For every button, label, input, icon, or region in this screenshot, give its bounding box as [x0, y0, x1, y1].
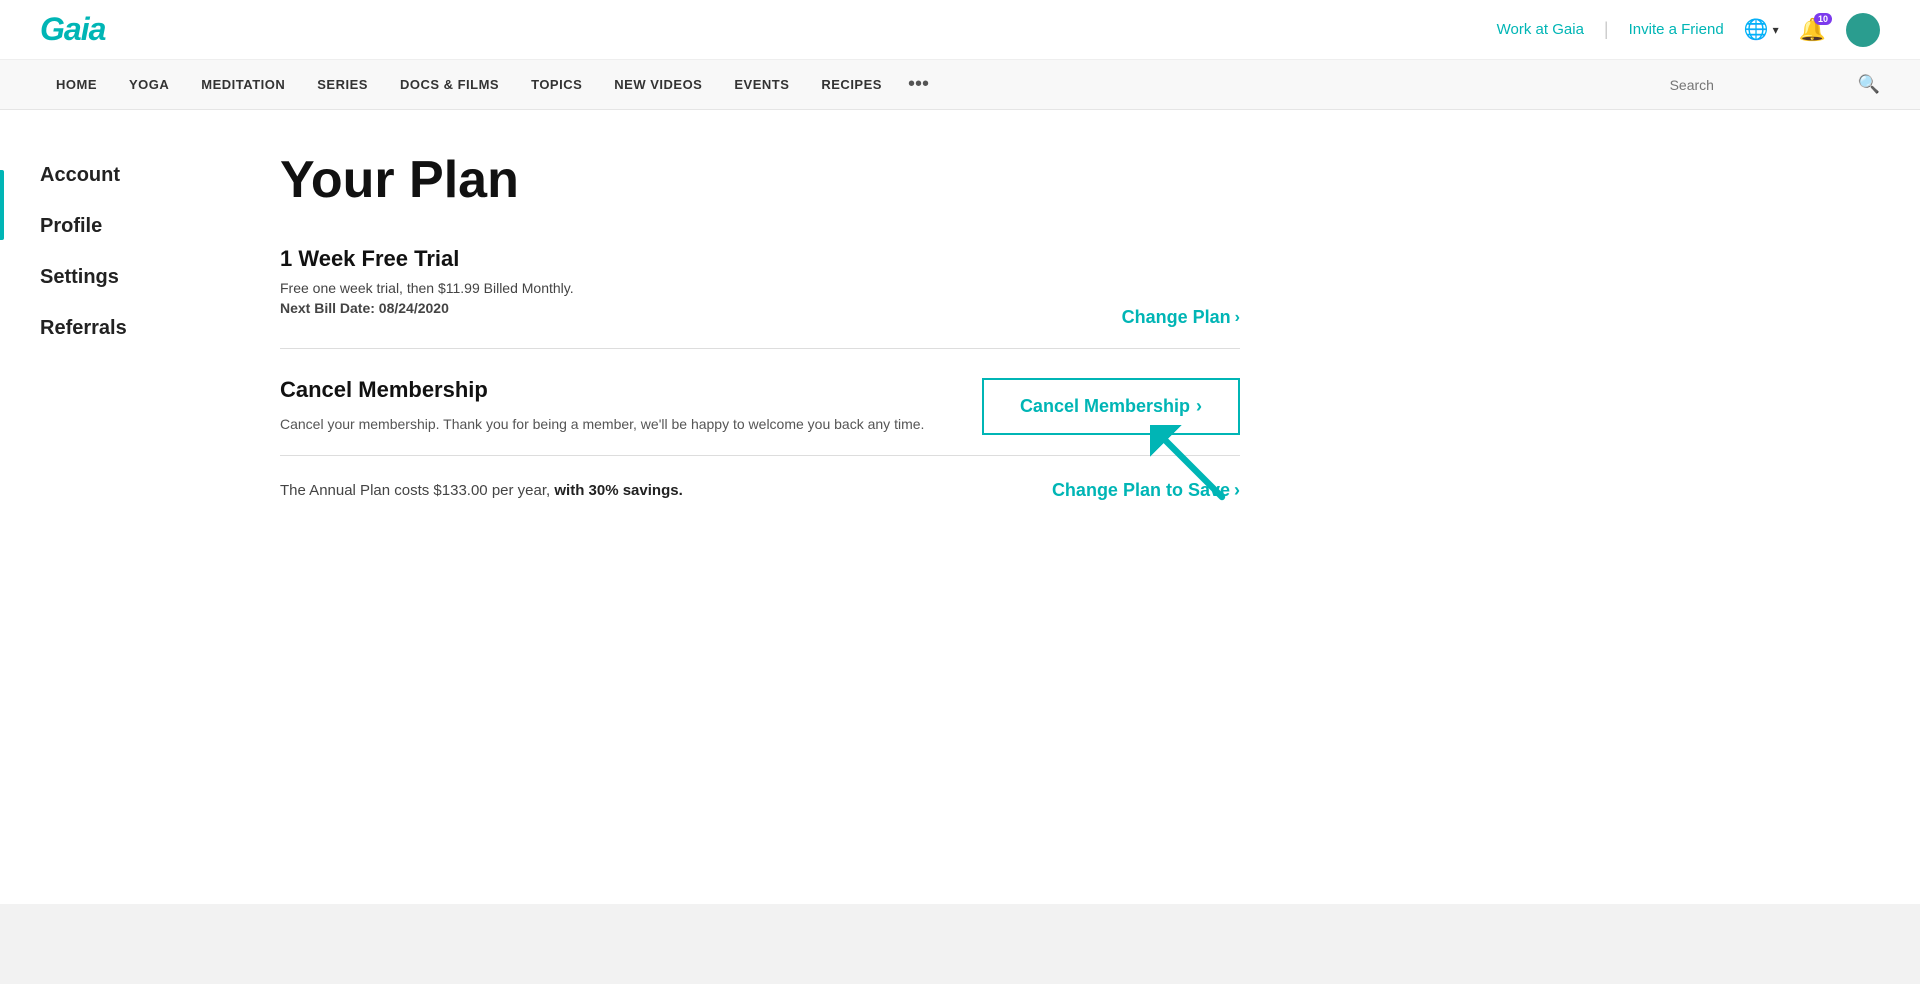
nav-item-docs-films[interactable]: DOCS & FILMS	[384, 60, 515, 110]
nav-item-meditation[interactable]: MEDITATION	[185, 60, 301, 110]
nav-item-topics[interactable]: TOPICS	[515, 60, 598, 110]
arrow-icon	[1150, 425, 1230, 505]
search-icon[interactable]: 🔍	[1858, 74, 1880, 95]
page-title: Your Plan	[280, 150, 1240, 210]
sidebar-item-settings[interactable]: Settings	[40, 252, 220, 303]
sidebar-item-referrals[interactable]: Referrals	[40, 303, 220, 354]
globe-icon: 🌐	[1744, 17, 1769, 42]
plan-info: 1 Week Free Trial Free one week trial, t…	[280, 246, 574, 328]
nav-more-button[interactable]: •••	[898, 73, 939, 96]
cancel-title: Cancel Membership	[280, 377, 924, 403]
change-plan-link[interactable]: Change Plan ›	[1122, 307, 1240, 328]
invite-friend-link[interactable]: Invite a Friend	[1629, 21, 1724, 38]
plan-row: 1 Week Free Trial Free one week trial, t…	[280, 246, 1240, 349]
cancel-row: Cancel Membership Cancel your membership…	[280, 377, 1240, 435]
cancel-button-wrapper: Cancel Membership ›	[982, 378, 1240, 435]
cancel-info: Cancel Membership Cancel your membership…	[280, 377, 924, 435]
top-bar: Gaia Work at Gaia | Invite a Friend 🌐 ▾ …	[0, 0, 1920, 60]
main-content: Your Plan 1 Week Free Trial Free one wee…	[220, 110, 1320, 904]
save-text-normal: The Annual Plan costs $133.00 per year,	[280, 482, 554, 499]
bottom-area	[0, 904, 1920, 984]
user-avatar[interactable]	[1846, 13, 1880, 47]
sidebar: Account Profile Settings Referrals	[0, 110, 220, 904]
cancel-membership-label: Cancel Membership	[1020, 396, 1190, 417]
work-at-gaia-link[interactable]: Work at Gaia	[1497, 21, 1584, 38]
logo[interactable]: Gaia	[40, 11, 105, 48]
divider: |	[1604, 19, 1609, 40]
nav-bar: HOME YOGA MEDITATION SERIES DOCS & FILMS…	[0, 60, 1920, 110]
save-section: The Annual Plan costs $133.00 per year, …	[280, 456, 1240, 525]
nav-item-events[interactable]: EVENTS	[718, 60, 805, 110]
nav-item-yoga[interactable]: YOGA	[113, 60, 185, 110]
cancel-description: Cancel your membership. Thank you for be…	[280, 413, 924, 435]
search-input[interactable]	[1670, 77, 1850, 93]
nav-item-recipes[interactable]: RECIPES	[805, 60, 898, 110]
notifications-bell[interactable]: 🔔 10	[1799, 17, 1826, 43]
search-bar: 🔍	[1670, 74, 1880, 95]
nav-item-new-videos[interactable]: NEW VIDEOS	[598, 60, 718, 110]
save-description: The Annual Plan costs $133.00 per year, …	[280, 482, 683, 499]
save-text-bold: with 30% savings.	[554, 482, 682, 499]
arrow-annotation	[1150, 425, 1230, 505]
plan-title: 1 Week Free Trial	[280, 246, 574, 272]
globe-chevron-icon: ▾	[1773, 23, 1779, 37]
plan-next-bill: Next Bill Date: 08/24/2020	[280, 300, 574, 316]
cancel-chevron-icon: ›	[1196, 396, 1202, 417]
main-layout: Account Profile Settings Referrals Your …	[0, 110, 1920, 904]
plan-description: Free one week trial, then $11.99 Billed …	[280, 280, 574, 296]
nav-item-home[interactable]: HOME	[40, 60, 113, 110]
cancel-membership-section: Cancel Membership Cancel your membership…	[280, 349, 1240, 456]
change-plan-label: Change Plan	[1122, 307, 1231, 328]
globe-language-button[interactable]: 🌐 ▾	[1744, 17, 1779, 42]
sidebar-item-account[interactable]: Account	[40, 150, 220, 201]
plan-section: 1 Week Free Trial Free one week trial, t…	[280, 246, 1240, 349]
notifications-badge: 10	[1814, 13, 1832, 25]
sidebar-item-profile[interactable]: Profile	[40, 201, 220, 252]
change-plan-chevron-icon: ›	[1235, 309, 1240, 327]
top-bar-right: Work at Gaia | Invite a Friend 🌐 ▾ 🔔 10	[1497, 13, 1880, 47]
nav-item-series[interactable]: SERIES	[301, 60, 384, 110]
change-plan-to-save-chevron-icon: ›	[1234, 480, 1240, 501]
